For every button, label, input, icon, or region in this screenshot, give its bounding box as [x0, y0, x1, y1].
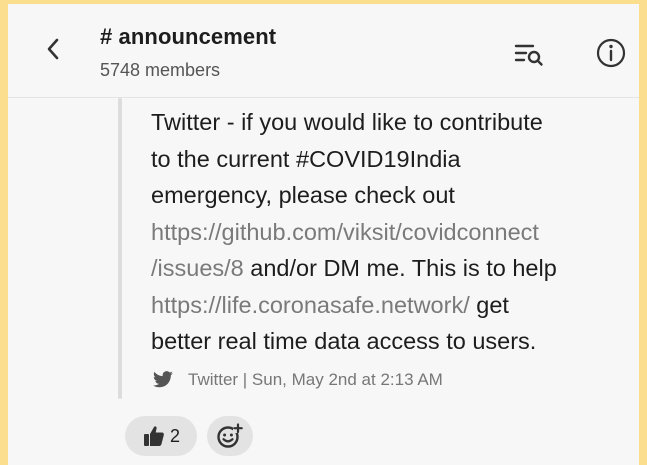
message-text-segment: and/or DM me. This is to help	[243, 255, 557, 281]
thumbs-up-reaction[interactable]: 2	[125, 416, 197, 456]
add-reaction-icon	[217, 423, 243, 448]
quote-bar	[118, 98, 122, 399]
channel-header: # announcement 5748 members	[8, 4, 639, 98]
message-text-segment: better real time data access to users.	[151, 328, 537, 354]
message-line: emergency, please check out	[151, 177, 621, 214]
app-frame: # announcement 5748 members Twitter - if…	[8, 4, 639, 465]
message-line: /issues/8 and/or DM me. This is to help	[151, 250, 621, 287]
chevron-left-icon	[47, 38, 59, 60]
message-link[interactable]: https://github.com/viksit/covidconnect	[151, 219, 539, 245]
message-line: https://github.com/viksit/covidconnect	[151, 214, 621, 251]
twitter-bird-icon	[152, 371, 174, 389]
attachment-meta-text[interactable]: Twitter | Sun, May 2nd at 2:13 AM	[188, 370, 443, 390]
message-line: Twitter - if you would like to contribut…	[151, 104, 621, 141]
message-line: https://life.coronasafe.network/ get	[151, 287, 621, 324]
thumbs-up-icon	[143, 426, 164, 446]
message-line: to the current #COVID19India	[151, 141, 621, 178]
info-icon	[596, 38, 626, 68]
message-text-segment: get	[469, 291, 509, 318]
clipped-text-fragment	[531, 97, 555, 103]
message-text: Twitter - if you would like to contribut…	[151, 104, 621, 360]
message-text-segment: emergency, please check out	[151, 182, 455, 208]
message-text-segment: Twitter - if you would like to contribut…	[151, 109, 543, 135]
member-count[interactable]: 5748 members	[100, 60, 220, 81]
channel-title[interactable]: # announcement	[100, 24, 276, 50]
search-list-icon	[514, 44, 543, 66]
message-link[interactable]: /issues/8	[151, 255, 244, 281]
attachment-footer: Twitter | Sun, May 2nd at 2:13 AM	[152, 367, 443, 393]
channel-info-button[interactable]	[594, 36, 628, 70]
message-line: better real time data access to users.	[151, 323, 621, 360]
back-button[interactable]	[38, 34, 68, 64]
search-in-channel-button[interactable]	[512, 36, 546, 70]
reaction-count: 2	[169, 425, 180, 446]
reactions-bar: 2	[125, 416, 253, 456]
message-text-segment: to the current #COVID19India	[151, 145, 461, 172]
message-link[interactable]: https://life.coronasafe.network/	[151, 292, 470, 318]
add-reaction-button[interactable]	[207, 416, 253, 456]
